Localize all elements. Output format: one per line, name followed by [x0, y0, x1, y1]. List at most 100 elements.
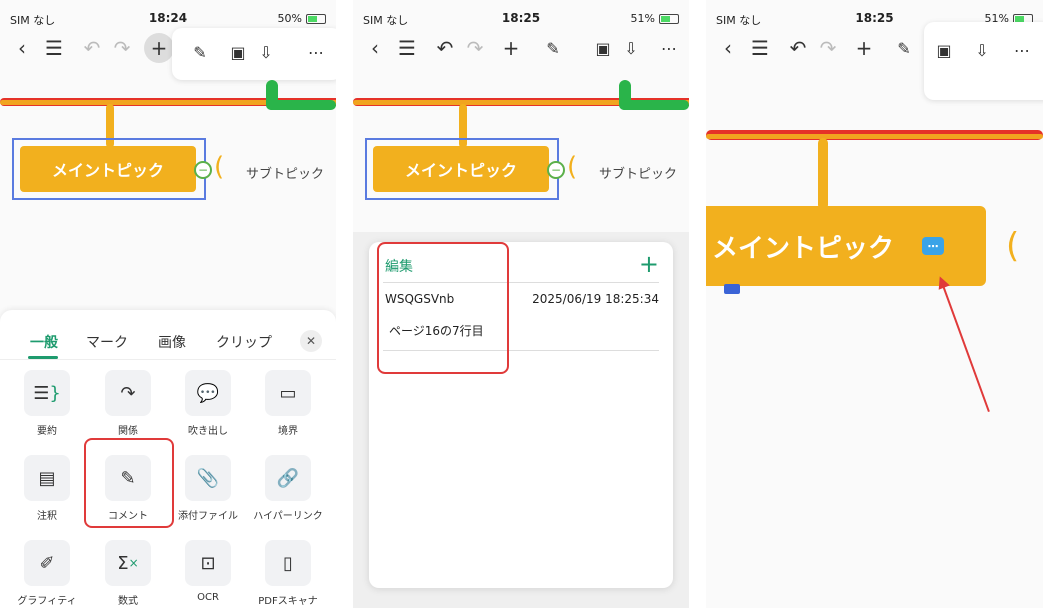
ocr-icon: ⊡ — [185, 540, 231, 586]
battery-icon — [306, 13, 326, 24]
summary-icon: ☰} — [24, 370, 70, 416]
graffiti-icon: ✐ — [24, 540, 70, 586]
comment-indicator-icon[interactable]: ⋯ — [922, 237, 945, 255]
panel-comment-result: SIM なし 18:25 51% ‹ ☰ ↶ ↷ + ✎ ▣ ⇩ ⋯ メイントピ… — [706, 0, 1043, 608]
tool-label: 添付ファイル — [178, 511, 238, 522]
save-icon[interactable]: ▣ — [930, 36, 958, 64]
toolbar: ‹ ☰ ↶ ↷ + ✎ ▣ ⇩ ⋯ — [353, 30, 689, 66]
tool-attachment[interactable]: 📎 添付ファイル — [168, 455, 248, 522]
save-icon[interactable]: ▣ — [224, 38, 252, 66]
battery-percent: 51% — [630, 12, 655, 25]
highlight-comment-entry — [377, 242, 509, 374]
branch-green-h — [619, 100, 689, 110]
status-bar: SIM なし 18:25 51% — [353, 0, 689, 34]
outline-icon[interactable]: ☰ — [393, 34, 421, 62]
callout-icon: 💬 — [185, 370, 231, 416]
back-icon[interactable]: ‹ — [361, 34, 389, 62]
tool-label: 要約 — [37, 426, 57, 437]
brace-icon: ( — [214, 152, 225, 182]
undo-icon[interactable]: ↶ — [431, 34, 459, 62]
quick-tools-card: ▣ ⇩ ⋯ — [924, 22, 1043, 100]
close-icon[interactable]: ✕ — [300, 330, 322, 352]
panel-comment-editor: SIM なし 18:25 51% ‹ ☰ ↶ ↷ + ✎ ▣ ⇩ ⋯ メイントピ… — [353, 0, 689, 608]
tool-label: PDFスキャナ — [258, 596, 318, 607]
format-brush-icon[interactable]: ✎ — [539, 34, 567, 62]
tool-label: OCR — [197, 592, 219, 603]
export-icon[interactable]: ⇩ — [252, 38, 280, 66]
battery-indicator: 51% — [631, 12, 679, 25]
tool-ocr[interactable]: ⊡ OCR — [168, 540, 248, 603]
relation-arrow-icon — [724, 284, 740, 294]
collapse-icon[interactable]: − — [547, 161, 565, 179]
insert-button[interactable]: + — [144, 33, 174, 63]
connector-main — [818, 138, 828, 210]
more-icon[interactable]: ⋯ — [1008, 36, 1036, 64]
brace-icon: ( — [1006, 226, 1020, 266]
tool-label: 関係 — [118, 426, 138, 437]
add-comment-icon[interactable]: + — [639, 250, 659, 278]
battery-icon — [659, 13, 679, 24]
main-topic[interactable]: メイントピック — [20, 146, 196, 192]
tool-callout[interactable]: 💬 吹き出し — [168, 370, 248, 437]
tab-mark[interactable]: マーク — [86, 332, 128, 352]
outline-icon[interactable]: ☰ — [746, 34, 774, 62]
brace-icon: ( — [567, 152, 578, 182]
main-topic[interactable]: メイントピック — [373, 146, 549, 192]
tool-graffiti[interactable]: ✐ グラフィティ — [7, 540, 87, 607]
tab-underline — [28, 356, 58, 359]
divider — [336, 0, 353, 608]
boundary-icon: ▭ — [265, 370, 311, 416]
relation-icon: ↷ — [105, 370, 151, 416]
tool-note[interactable]: ▤ 注釈 — [7, 455, 87, 522]
branch-yellow — [706, 134, 1043, 139]
outline-icon[interactable]: ☰ — [40, 34, 68, 62]
tool-label: グラフィティ — [17, 596, 77, 607]
tool-hyperlink[interactable]: 🔗 ハイパーリンク — [248, 455, 328, 522]
tool-relation[interactable]: ↷ 関係 — [88, 370, 168, 437]
back-icon[interactable]: ‹ — [714, 34, 742, 62]
undo-icon[interactable]: ↶ — [784, 34, 812, 62]
tool-label: ハイパーリンク — [253, 511, 323, 522]
pdf-scanner-icon: ▯ — [265, 540, 311, 586]
attachment-icon: 📎 — [185, 455, 231, 501]
format-brush-icon[interactable]: ✎ — [186, 38, 214, 66]
battery-percent: 50% — [277, 12, 302, 25]
undo-icon[interactable]: ↶ — [78, 34, 106, 62]
tab-image[interactable]: 画像 — [158, 332, 186, 352]
export-icon[interactable]: ⇩ — [968, 36, 996, 64]
tool-formula[interactable]: Σ × 数式 — [88, 540, 168, 607]
tab-clip[interactable]: クリップ — [216, 332, 272, 352]
branch-green-h — [266, 100, 336, 110]
quick-tools-card: ✎ ▣ ⇩ ⋯ — [172, 28, 336, 80]
panel-insert-menu: SIM なし 18:24 50% ‹ ☰ ↶ ↷ + ✎ ▣ ⇩ ⋯ メイントピ… — [0, 0, 336, 608]
collapse-icon[interactable]: − — [194, 161, 212, 179]
formula-icon: Σ × — [105, 540, 151, 586]
tool-boundary[interactable]: ▭ 境界 — [248, 370, 328, 437]
hyperlink-icon: 🔗 — [265, 455, 311, 501]
insert-button[interactable]: + — [497, 34, 525, 62]
tab-general[interactable]: 一般 — [30, 332, 58, 352]
redo-icon[interactable]: ↷ — [814, 34, 842, 62]
battery-indicator: 50% — [278, 12, 326, 25]
export-icon[interactable]: ⇩ — [617, 34, 645, 62]
back-icon[interactable]: ‹ — [8, 34, 36, 62]
insert-button[interactable]: + — [850, 34, 878, 62]
tool-label: 吹き出し — [188, 426, 228, 437]
comment-date: 2025/06/19 18:25:34 — [532, 292, 659, 306]
sub-topic[interactable]: サブトピック — [599, 163, 677, 182]
more-icon[interactable]: ⋯ — [302, 38, 330, 66]
format-brush-icon[interactable]: ✎ — [890, 34, 918, 62]
tool-summary[interactable]: ☰} 要約 — [7, 370, 87, 437]
save-icon[interactable]: ▣ — [589, 34, 617, 62]
tool-pdf-scanner[interactable]: ▯ PDFスキャナ — [248, 540, 328, 607]
sub-topic[interactable]: サブトピック — [246, 163, 324, 182]
redo-icon[interactable]: ↷ — [108, 34, 136, 62]
redo-icon[interactable]: ↷ — [461, 34, 489, 62]
tool-label: 数式 — [118, 596, 138, 607]
insert-tabs: 一般 マーク 画像 クリップ ✕ — [0, 320, 336, 360]
divider — [689, 0, 706, 608]
note-icon: ▤ — [24, 455, 70, 501]
more-icon[interactable]: ⋯ — [655, 34, 683, 62]
main-topic-label: メイントピック — [712, 233, 895, 264]
insert-sheet: 一般 マーク 画像 クリップ ✕ ☰} 要約 ↷ 関係 💬 吹き出し ▭ 境界 … — [0, 310, 336, 608]
